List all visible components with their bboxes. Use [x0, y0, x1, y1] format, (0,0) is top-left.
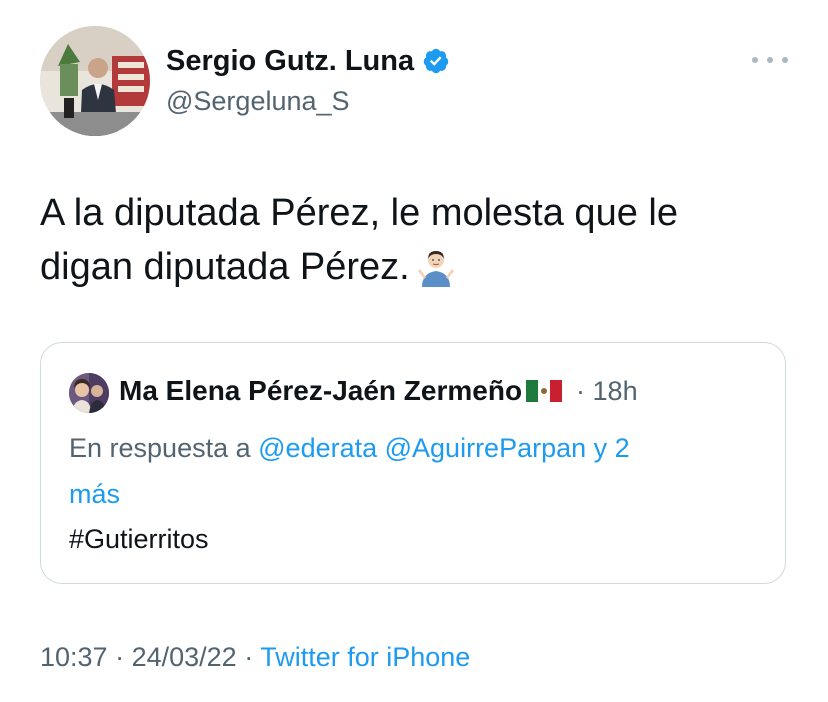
author-name[interactable]: Sergio Gutz. Luna [166, 44, 450, 78]
tweet-text-line-1: A la diputada Pérez, le molesta que le [40, 192, 678, 234]
tweet-card: Sergio Gutz. Luna @Sergeluna_S A la dipu… [0, 0, 828, 702]
tweet-text: A la diputada Pérez, le molesta que le d… [40, 186, 800, 294]
quoted-author-name[interactable]: Ma Elena Pérez-Jaén Zermeño [119, 374, 522, 408]
author-name-text: Sergio Gutz. Luna [166, 45, 415, 77]
profile-photo-icon [40, 26, 150, 136]
verified-badge-icon [423, 48, 449, 74]
quoted-tweet[interactable]: Ma Elena Pérez-Jaén Zermeño · 18h En res… [40, 342, 786, 584]
tweet-source[interactable]: Twitter for iPhone [260, 642, 470, 672]
profile-photo-icon [69, 373, 109, 413]
person-shrugging-emoji-icon [417, 251, 454, 287]
quoted-reply-context: En respuesta a @ederata @AguirreParpan y… [69, 425, 749, 517]
quoted-author-line: Ma Elena Pérez-Jaén Zermeño · 18h [119, 374, 638, 408]
tweet-meta: 10:37 · 24/03/22 · Twitter for iPhone [40, 640, 470, 674]
meta-separator: · [236, 642, 261, 672]
dot-icon [782, 57, 788, 63]
reply-mentions[interactable]: @ederata @AguirreParpan y 2 [258, 433, 630, 463]
quoted-tweet-text: #Gutierritos [69, 524, 209, 554]
tweet-text-line-2: digan diputada Pérez. [40, 246, 410, 288]
more-options-icon[interactable] [752, 52, 788, 68]
tweet-date[interactable]: 24/03/22 [132, 642, 237, 672]
mexico-flag-icon [526, 380, 563, 402]
quoted-author-avatar [69, 373, 109, 413]
author-avatar[interactable] [40, 26, 150, 136]
tweet-time[interactable]: 10:37 [40, 642, 108, 672]
dot-icon [767, 57, 773, 63]
tweet-text-line-2-wrap: digan diputada Pérez. [40, 240, 800, 294]
author-handle[interactable]: @Sergeluna_S [166, 85, 350, 117]
meta-separator: · [107, 642, 132, 672]
reply-prefix: En respuesta a [69, 433, 251, 463]
quoted-tweet-time: · 18h [576, 376, 638, 406]
dot-icon [752, 57, 758, 63]
reply-mentions-more[interactable]: más [69, 479, 120, 509]
